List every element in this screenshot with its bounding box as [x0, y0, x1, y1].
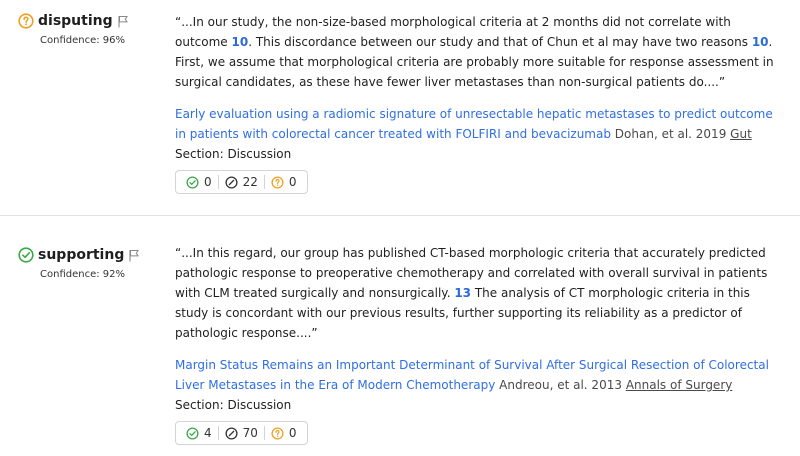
citation-card: supporting Confidence: 92% “...In this r…	[0, 217, 800, 456]
citation-type-column: disputing Confidence: 96%	[18, 10, 168, 46]
check-circle-icon	[186, 175, 199, 189]
paper-section: Section: Discussion	[175, 398, 292, 412]
reference-link[interactable]: 13	[454, 286, 471, 300]
citation-quote: “...In our study, the non-size-based mor…	[175, 12, 775, 92]
reference-link[interactable]: 10	[752, 35, 769, 49]
citing-paper: Margin Status Remains an Important Deter…	[175, 355, 775, 415]
check-circle-icon	[186, 426, 199, 440]
mentioning-count-button[interactable]: 70	[217, 426, 264, 440]
mentioning-count: 70	[242, 426, 258, 440]
supporting-count-button[interactable]: 4	[180, 426, 218, 440]
confidence-score: Confidence: 96%	[40, 35, 125, 46]
citation-type-column: supporting Confidence: 92%	[18, 244, 168, 280]
citation-type-label: supporting	[18, 244, 168, 266]
reference-link[interactable]: 10	[231, 35, 248, 49]
supporting-count: 0	[204, 175, 212, 189]
citation-type-text: disputing	[38, 13, 113, 29]
disputing-count: 0	[288, 175, 297, 189]
citation-content: “...In this regard, our group has publis…	[175, 243, 775, 445]
mentioning-count: 22	[242, 175, 258, 189]
check-circle-icon	[18, 247, 34, 263]
confidence-score: Confidence: 92%	[40, 269, 125, 280]
citation-type-label: disputing	[18, 10, 168, 32]
paper-section: Section: Discussion	[175, 147, 292, 161]
journal-link[interactable]: Gut	[730, 127, 752, 141]
disputing-count: 0	[288, 426, 297, 440]
slash-circle-icon	[225, 426, 238, 440]
quote-text: . This discordance between our study and…	[248, 35, 752, 49]
paper-authors-year: Dohan, et al. 2019	[614, 127, 727, 141]
citation-tally: 0 22 0	[175, 170, 308, 194]
disputing-count-button[interactable]: 0	[263, 426, 303, 440]
citation-tally: 4 70 0	[175, 421, 308, 445]
flag-icon[interactable]	[128, 249, 140, 262]
flag-icon[interactable]	[117, 15, 129, 28]
question-circle-icon	[18, 13, 34, 29]
question-circle-icon	[271, 426, 284, 440]
supporting-count-button[interactable]: 0	[180, 175, 218, 189]
disputing-count-button[interactable]: 0	[263, 175, 303, 189]
slash-circle-icon	[225, 175, 238, 189]
supporting-count: 4	[204, 426, 212, 440]
citation-quote: “...In this regard, our group has publis…	[175, 243, 775, 343]
journal-link[interactable]: Annals of Surgery	[626, 378, 733, 392]
question-circle-icon	[271, 175, 284, 189]
citation-content: “...In our study, the non-size-based mor…	[175, 12, 775, 194]
citation-type-text: supporting	[38, 247, 125, 263]
citing-paper: Early evaluation using a radiomic signat…	[175, 104, 775, 164]
paper-authors-year: Andreou, et al. 2013	[499, 378, 622, 392]
citation-card: disputing Confidence: 96% “...In our stu…	[0, 0, 800, 216]
mentioning-count-button[interactable]: 22	[217, 175, 264, 189]
